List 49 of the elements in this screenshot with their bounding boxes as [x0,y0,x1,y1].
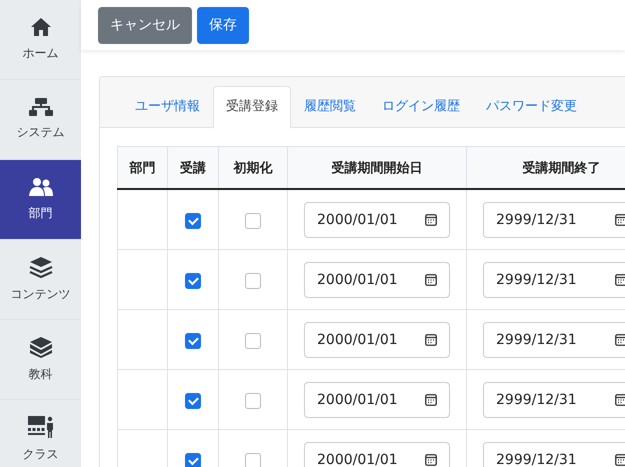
column-header: 受講期間終了 [466,146,625,189]
calendar-icon [425,334,437,346]
calendar-icon [615,214,625,226]
tab[interactable]: ログイン履歴 [369,86,473,127]
teacher-icon [28,416,54,438]
cancel-button[interactable]: キャンセル [98,6,192,44]
column-header: 受講 [168,146,218,189]
checkbox[interactable] [245,272,261,289]
date-field[interactable]: 2999/12/31 [483,382,625,418]
date-field[interactable]: 2999/12/31 [483,262,625,298]
column-header: 受講期間開始日 [288,146,466,189]
network-icon [28,98,52,116]
tab[interactable]: パスワード変更 [473,86,590,127]
checkbox[interactable] [245,212,261,229]
checkbox[interactable] [185,452,201,467]
layers-icon [28,256,52,278]
checkbox[interactable] [185,212,201,229]
date-field[interactable]: 2000/01/01 [304,382,450,418]
checkbox[interactable] [245,392,261,409]
date-field[interactable]: 2999/12/31 [483,442,625,467]
calendar-icon [615,454,625,466]
calendar-icon [425,274,437,286]
users-icon [28,177,52,197]
checkbox[interactable] [185,392,201,409]
date-field[interactable]: 2000/01/01 [304,322,450,358]
calendar-icon [425,214,437,226]
column-header: 初期化 [218,146,288,189]
checkbox[interactable] [245,332,261,349]
checkbox[interactable] [245,452,261,467]
books-icon [28,336,52,358]
tab[interactable]: ユーザ情報 [122,86,213,127]
save-button[interactable]: 保存 [197,6,249,44]
calendar-icon [615,274,625,286]
calendar-icon [615,394,625,406]
calendar-icon [425,394,437,406]
date-field[interactable]: 2000/01/01 [304,262,450,298]
calendar-icon [615,334,625,346]
nav-item[interactable]: 部門 [0,160,81,240]
checkbox[interactable] [185,332,201,349]
house-icon [30,17,52,37]
tab[interactable]: 履歴閲覧 [291,86,369,127]
tab[interactable]: 受講登録 [213,86,291,128]
date-field[interactable]: 2000/01/01 [304,202,450,238]
calendar-icon [425,454,437,466]
date-field[interactable]: 2999/12/31 [483,202,625,238]
column-header: 部門 [118,146,168,189]
date-field[interactable]: 2000/01/01 [304,442,450,467]
date-field[interactable]: 2999/12/31 [483,322,625,358]
checkbox[interactable] [185,272,201,289]
